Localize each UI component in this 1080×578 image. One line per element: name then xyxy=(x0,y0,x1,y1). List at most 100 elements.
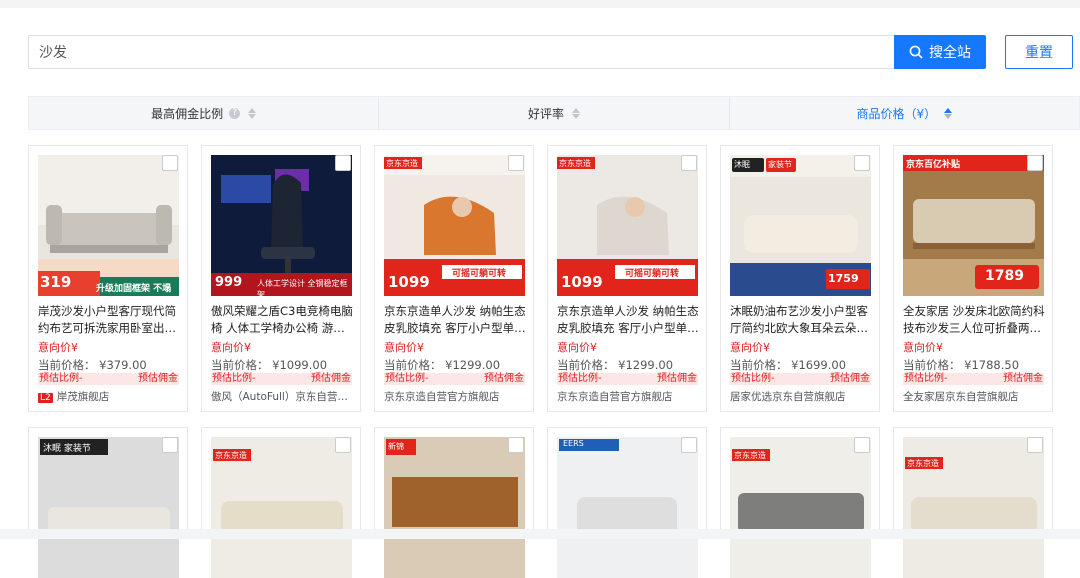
product-card[interactable]: 京东京造 1099 可摇可躺可转 京东京造单人沙发 纳帕生态皮乳胶填充 客厅小户… xyxy=(374,145,534,412)
top-strip xyxy=(0,0,1080,8)
product-card[interactable]: 京东京造 xyxy=(201,427,361,578)
product-image[interactable]: 新锦 xyxy=(384,437,525,578)
select-checkbox[interactable] xyxy=(508,155,524,171)
search-row: 搜全站 重置 xyxy=(28,35,1080,69)
shop-name[interactable]: 全友家居京东自营旗舰店 xyxy=(903,389,1045,404)
current-price: 当前价格： ¥379.00 xyxy=(38,358,147,372)
product-title[interactable]: 傲风荣耀之盾C3电竞椅电脑椅 人体工学椅办公椅 游… xyxy=(211,303,353,337)
product-card[interactable]: 京东京造 1099 可摇可躺可转 京东京造单人沙发 纳帕生态皮乳胶填充 客厅小户… xyxy=(547,145,707,412)
product-title[interactable]: 岸茂沙发小户型客厅现代简约布艺可拆洗家用卧室出… xyxy=(38,303,180,337)
image-brand: 沐眠 xyxy=(734,160,750,169)
image-brand: EERS xyxy=(563,439,584,448)
image-brand: 京东京造 xyxy=(907,459,939,468)
sort-commission-label: 最高佣金比例 xyxy=(151,106,224,121)
select-checkbox[interactable] xyxy=(1027,155,1043,171)
sort-rating-label: 好评率 xyxy=(527,106,564,121)
product-card[interactable]: 999 人体工学设计 全钢稳定框架 傲风荣耀之盾C3电竞椅电脑椅 人体工学椅办公… xyxy=(201,145,361,412)
product-image[interactable]: 京东京造 1099 可摇可躺可转 xyxy=(384,155,525,296)
select-checkbox[interactable] xyxy=(854,437,870,453)
shop-name[interactable]: 傲风（AutoFull）京东自营… xyxy=(211,389,353,404)
image-price: 1099 xyxy=(561,273,603,291)
select-checkbox[interactable] xyxy=(1027,437,1043,453)
current-price: 当前价格： ¥1099.00 xyxy=(211,358,328,372)
intent-price: 意向价¥ xyxy=(384,341,424,354)
select-checkbox[interactable] xyxy=(854,155,870,171)
product-image[interactable]: 沐眠 家装节 1759 xyxy=(730,155,871,296)
shop-name[interactable]: 京东京造自营官方旗舰店 xyxy=(557,389,699,404)
image-slogan: 升级加固框架 不塌陷 xyxy=(96,284,172,294)
image-price: 1789 xyxy=(985,268,1024,284)
search-input[interactable] xyxy=(28,35,894,69)
select-checkbox[interactable] xyxy=(162,155,178,171)
current-price: 当前价格： ¥1699.00 xyxy=(730,358,847,372)
shop-name[interactable]: L2 岸茂旗舰店 xyxy=(38,389,180,404)
product-card[interactable]: EERS xyxy=(547,427,707,578)
select-checkbox[interactable] xyxy=(681,155,697,171)
image-price: 999 xyxy=(215,275,243,290)
current-price: 当前价格： ¥1299.00 xyxy=(557,358,674,372)
sort-rating[interactable]: 好评率 xyxy=(379,97,730,129)
product-title[interactable]: 京东京造单人沙发 纳帕生态皮乳胶填充 客厅小户型单… xyxy=(384,303,526,337)
product-card[interactable]: 沐眠 家装节 1759 沐眠奶油布艺沙发小户型客厅简约北欧大象耳朵云朵… 意向价… xyxy=(720,145,880,412)
intent-price: 意向价¥ xyxy=(211,341,251,354)
image-slogan: 人体工学设计 全钢稳定框架 xyxy=(257,279,348,296)
commission-row: 预估比例- 预估佣金 xyxy=(211,373,352,385)
sort-arrows-icon xyxy=(944,107,953,119)
intent-price: 意向价¥ xyxy=(730,341,770,354)
product-image[interactable]: 京东京造 xyxy=(730,437,871,578)
product-image[interactable]: 京东京造 1099 可摇可躺可转 xyxy=(557,155,698,296)
product-image[interactable]: 京东京造 xyxy=(211,437,352,578)
select-checkbox[interactable] xyxy=(508,437,524,453)
image-slogan: 可摇可躺可转 xyxy=(452,269,507,279)
product-image[interactable]: 京东百亿补贴 1789 xyxy=(903,155,1044,296)
sort-price-label: 商品价格（¥） xyxy=(856,106,937,121)
product-card[interactable]: 京东百亿补贴 1789 全友家居 沙发床北欧简约科技布沙发三人位可折叠两… 意向… xyxy=(893,145,1053,412)
shop-badge: L2 xyxy=(38,393,53,403)
shop-name[interactable]: 居家优选京东自营旗舰店 xyxy=(730,389,872,404)
intent-price: 意向价¥ xyxy=(903,341,943,354)
sort-price[interactable]: 商品价格（¥） xyxy=(730,97,1079,129)
product-title[interactable]: 京东京造单人沙发 纳帕生态皮乳胶填充 客厅小户型单… xyxy=(557,303,699,337)
image-brand: 新锦 xyxy=(388,442,404,451)
sort-arrows-icon xyxy=(248,107,257,119)
shop-name[interactable]: 京东京造自营官方旗舰店 xyxy=(384,389,526,404)
image-brand: 京东京造 xyxy=(386,159,418,168)
commission-row: 预估比例- 预估佣金 xyxy=(38,373,179,385)
select-checkbox[interactable] xyxy=(335,155,351,171)
product-card[interactable]: 新锦 xyxy=(374,427,534,578)
search-all-button[interactable]: 搜全站 xyxy=(894,35,986,69)
intent-price: 意向价¥ xyxy=(557,341,597,354)
sort-bar: 最高佣金比例 ? 好评率 商品价格（¥） xyxy=(28,96,1080,130)
image-price: 1759 xyxy=(828,272,859,285)
image-slogan: 可摇可躺可转 xyxy=(625,269,680,279)
select-checkbox[interactable] xyxy=(335,437,351,453)
product-card[interactable]: 沐眠 家装节 xyxy=(28,427,188,578)
product-card[interactable]: 319 升级加固框架 不塌陷 岸茂沙发小户型客厅现代简约布艺可拆洗家用卧室出… … xyxy=(28,145,188,412)
search-all-label: 搜全站 xyxy=(929,45,971,61)
image-price: 1099 xyxy=(388,273,430,291)
intent-price: 意向价¥ xyxy=(38,341,78,354)
product-card[interactable]: 京东京造 xyxy=(893,427,1053,578)
product-image[interactable]: 沐眠 家装节 xyxy=(38,437,179,578)
image-brand: 沐眠 家装节 xyxy=(43,444,91,454)
product-image[interactable]: 999 人体工学设计 全钢稳定框架 xyxy=(211,155,352,296)
current-price: 当前价格： ¥1788.50 xyxy=(903,358,1020,372)
image-brand: 京东京造 xyxy=(734,451,766,460)
product-image[interactable]: 京东京造 xyxy=(903,437,1044,578)
image-tag: 家装节 xyxy=(768,160,792,169)
commission-row: 预估比例- 预估佣金 xyxy=(557,373,698,385)
sort-commission-ratio[interactable]: 最高佣金比例 ? xyxy=(29,97,380,129)
reset-button[interactable]: 重置 xyxy=(1005,35,1073,69)
sort-arrows-icon xyxy=(572,107,580,119)
commission-row: 预估比例- 预估佣金 xyxy=(730,373,871,385)
select-checkbox[interactable] xyxy=(681,437,697,453)
product-image[interactable]: 319 升级加固框架 不塌陷 xyxy=(38,155,179,296)
select-checkbox[interactable] xyxy=(162,437,178,453)
product-title[interactable]: 沐眠奶油布艺沙发小户型客厅简约北欧大象耳朵云朵… xyxy=(730,303,872,337)
product-card[interactable]: 京东京造 xyxy=(720,427,880,578)
commission-row: 预估比例- 预估佣金 xyxy=(384,373,525,385)
commission-row: 预估比例- 预估佣金 xyxy=(903,373,1044,385)
question-icon[interactable]: ? xyxy=(229,107,241,119)
product-title[interactable]: 全友家居 沙发床北欧简约科技布沙发三人位可折叠两… xyxy=(903,303,1045,337)
product-image[interactable]: EERS xyxy=(557,437,698,578)
